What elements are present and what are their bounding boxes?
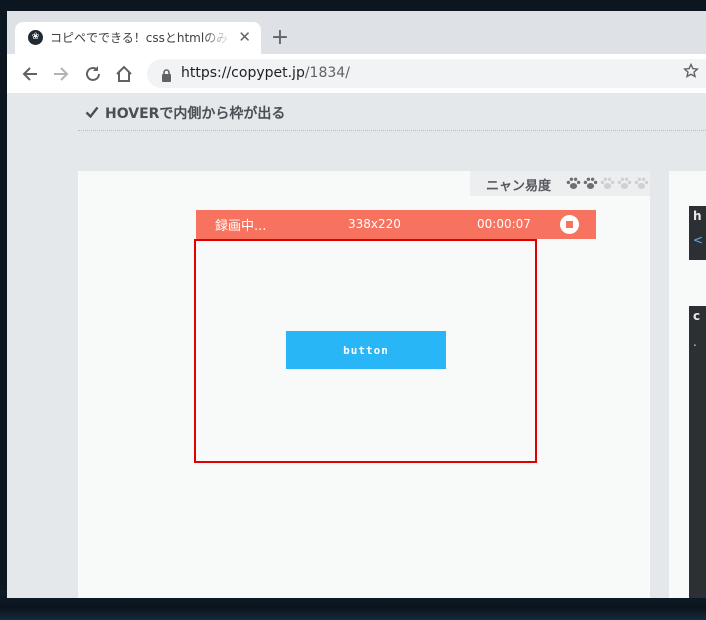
paw-icon: [617, 177, 632, 189]
difficulty-rating: ニャン易度: [470, 171, 650, 196]
recording-status: 録画中...: [215, 219, 267, 234]
paw-icon: [634, 177, 649, 189]
recording-area: button: [194, 239, 537, 463]
recording-timer: 00:00:07: [477, 217, 531, 231]
recording-size: 338x220: [348, 217, 401, 231]
html-code-token: <: [693, 233, 704, 247]
url-text: https://copypet.jp/1834/: [181, 65, 350, 81]
tab-strip: ❀ コピペでできる！cssとhtmlのみで作る ✕ +: [7, 11, 706, 54]
reload-icon[interactable]: [82, 63, 104, 85]
paw-rating: [566, 177, 651, 196]
browser-toolbar: https://copypet.jp/1834/: [7, 54, 706, 93]
new-tab-button[interactable]: +: [267, 25, 293, 51]
bookmark-star-icon[interactable]: [682, 62, 700, 83]
browser-tab[interactable]: ❀ コピペでできる！cssとhtmlのみで作る ✕: [15, 22, 261, 54]
tab-title: コピペでできる！cssとhtmlのみで作る: [50, 31, 230, 45]
paw-icon: [583, 177, 598, 189]
browser-window: ❀ コピペでできる！cssとhtmlのみで作る ✕ + https://copy…: [7, 11, 706, 598]
section-heading: HOVERで内側から枠が出る: [85, 103, 285, 123]
heading-divider: [78, 130, 706, 131]
css-panel-label: c: [693, 309, 701, 323]
demo-hover-button[interactable]: button: [286, 331, 446, 369]
stop-recording-icon[interactable]: [560, 215, 579, 234]
paw-icon: [566, 177, 581, 189]
html-panel-label: h: [693, 209, 702, 223]
checkmark-icon: [85, 106, 99, 122]
close-tab-icon[interactable]: ✕: [238, 27, 251, 47]
recording-bar: 録画中... 338x220 00:00:07: [196, 210, 596, 239]
paw-icon: [600, 177, 615, 189]
html-code-panel: h <: [689, 206, 706, 260]
forward-arrow-icon[interactable]: [50, 63, 72, 85]
url-path: /1834/: [304, 65, 350, 81]
section-heading-text: HOVERで内側から枠が出る: [105, 106, 286, 122]
code-card: h < c .: [669, 171, 706, 598]
difficulty-label: ニャン易度: [486, 179, 552, 194]
demo-card: ニャン易度 録画中... 338x220 00:00:07 button: [78, 171, 650, 598]
page-content: HOVERで内側から枠が出る ニャン易度 録画中... 338x220 00:0…: [7, 93, 706, 598]
url-host: https://copypet.jp: [181, 65, 305, 81]
home-icon[interactable]: [113, 63, 135, 85]
back-arrow-icon[interactable]: [19, 63, 41, 85]
css-code-panel: c .: [689, 306, 706, 598]
lock-icon: [161, 67, 172, 86]
paw-favicon-icon: ❀: [28, 30, 43, 45]
address-bar[interactable]: https://copypet.jp/1834/: [147, 59, 706, 88]
css-code-token: .: [693, 335, 697, 349]
